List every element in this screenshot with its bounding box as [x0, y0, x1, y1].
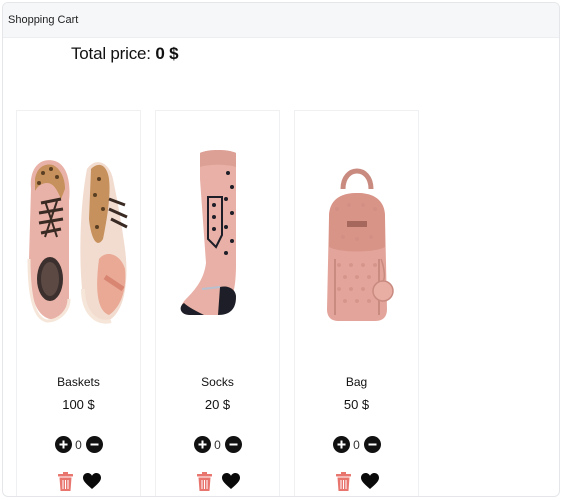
increase-quantity-button[interactable]	[193, 436, 211, 453]
plus-icon	[337, 440, 345, 449]
favorite-button[interactable]	[221, 471, 240, 491]
product-actions	[295, 471, 418, 491]
delete-button[interactable]	[335, 471, 353, 491]
sneakers-image	[17, 139, 140, 329]
minus-icon	[90, 443, 98, 446]
minus-icon	[229, 443, 237, 446]
minus-icon	[368, 443, 376, 446]
heart-icon	[360, 472, 379, 489]
product-card-baskets: Baskets 100 $ 0	[16, 110, 141, 496]
delete-button[interactable]	[57, 471, 75, 491]
trash-icon	[197, 471, 212, 491]
product-name: Socks	[201, 375, 234, 389]
product-card-socks: Socks 20 $ 0	[155, 110, 280, 496]
favorite-button[interactable]	[82, 471, 101, 491]
quantity-value: 0	[75, 437, 82, 452]
shopping-cart-window: Shopping Cart Total price: 0 $ Baskets 1…	[2, 2, 560, 497]
favorite-button[interactable]	[360, 471, 379, 491]
trash-icon	[336, 471, 351, 491]
increase-quantity-button[interactable]	[332, 436, 350, 453]
product-price: 50 $	[343, 397, 370, 412]
product-actions	[17, 471, 140, 491]
delete-button[interactable]	[196, 471, 214, 491]
plus-icon	[198, 440, 206, 449]
trash-icon	[58, 471, 73, 491]
total-price: Total price: 0 $	[71, 44, 179, 64]
decrease-quantity-button[interactable]	[224, 436, 242, 453]
product-name: Baskets	[57, 375, 100, 389]
product-name: Bag	[345, 375, 368, 389]
plus-icon	[59, 440, 67, 449]
product-actions	[156, 471, 279, 491]
total-price-label: Total price:	[71, 44, 151, 63]
quantity-value: 0	[353, 437, 360, 452]
decrease-quantity-button[interactable]	[363, 436, 381, 453]
increase-quantity-button[interactable]	[54, 436, 72, 453]
quantity-stepper: 0	[295, 436, 418, 453]
product-price: 20 $	[204, 397, 231, 412]
product-price: 100 $	[62, 397, 95, 412]
header-bar: Shopping Cart	[3, 3, 559, 38]
quantity-stepper: 0	[156, 436, 279, 453]
quantity-stepper: 0	[17, 436, 140, 453]
backpack-image	[295, 139, 418, 329]
quantity-value: 0	[214, 437, 221, 452]
decrease-quantity-button[interactable]	[85, 436, 103, 453]
heart-icon	[82, 472, 101, 489]
product-card-bag: Bag 50 $ 0	[294, 110, 419, 496]
total-price-value: 0 $	[155, 44, 179, 63]
page-title: Shopping Cart	[8, 14, 79, 26]
heart-icon	[221, 472, 240, 489]
sock-image	[156, 139, 279, 329]
